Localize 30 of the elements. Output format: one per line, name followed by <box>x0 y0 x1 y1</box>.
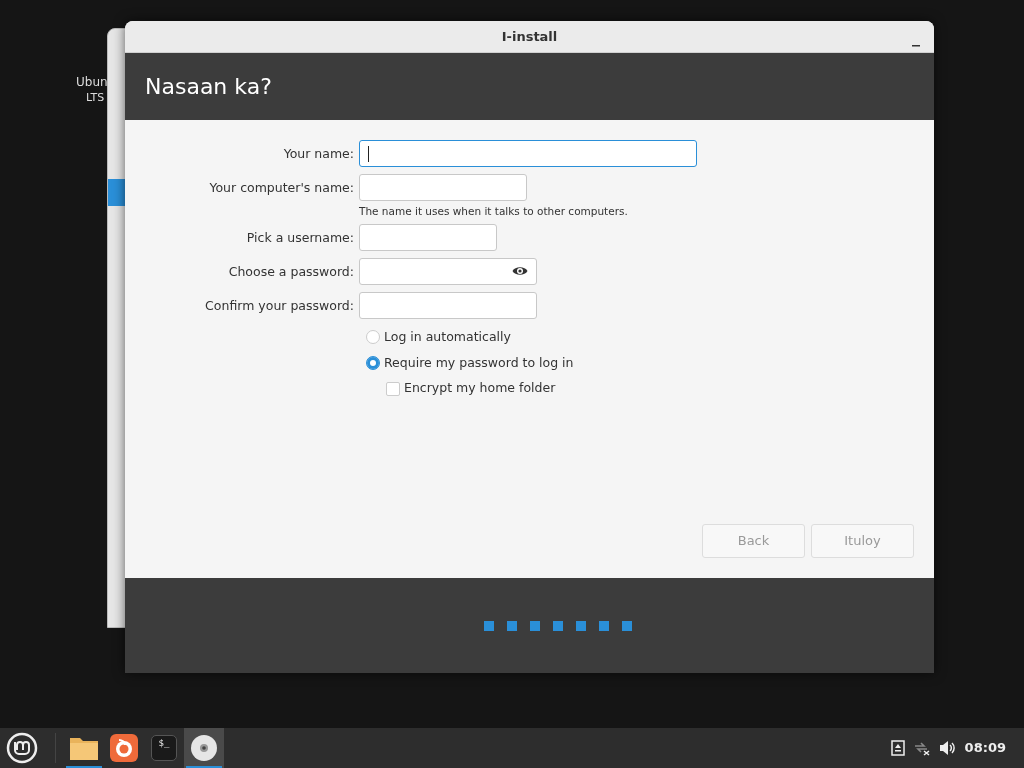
progress-step <box>552 620 563 631</box>
field-label: Confirm your password: <box>204 296 355 315</box>
window-title: I-install <box>501 27 558 46</box>
page-heading: Nasaan ka? <box>145 73 272 101</box>
progress-step <box>598 620 609 631</box>
progress-step <box>506 620 517 631</box>
field-label: Pick a username: <box>245 228 355 247</box>
removable-drive-icon[interactable] <box>890 740 905 756</box>
input-field[interactable] <box>359 291 537 319</box>
desktop-icon-label: LTS <box>86 90 105 106</box>
input-field[interactable] <box>359 257 537 285</box>
progress-step <box>483 620 494 631</box>
input-field[interactable] <box>359 140 697 167</box>
checkbox-option[interactable]: Encrypt my home folder <box>386 379 914 398</box>
progress-step <box>575 620 586 631</box>
radio-option[interactable]: Require my password to log in <box>366 353 914 373</box>
input-field[interactable] <box>359 223 497 251</box>
progress-step <box>621 620 632 631</box>
desktop-icon-label: Ubun <box>76 74 108 90</box>
field-label: Choose a password: <box>227 262 355 281</box>
show-password-icon[interactable] <box>512 264 528 277</box>
input-field[interactable] <box>359 174 527 201</box>
field-label: Your name: <box>282 145 355 163</box>
radio-option[interactable]: Log in automatically <box>366 327 914 347</box>
network-offline-icon[interactable] <box>912 740 931 756</box>
volume-icon[interactable] <box>938 740 957 756</box>
clock[interactable]: 08:09 <box>964 738 1006 758</box>
hint-text: The name it uses when it talks to other computers. <box>359 204 628 219</box>
field-label: Your computer's name: <box>208 179 355 197</box>
progress-step <box>529 620 540 631</box>
